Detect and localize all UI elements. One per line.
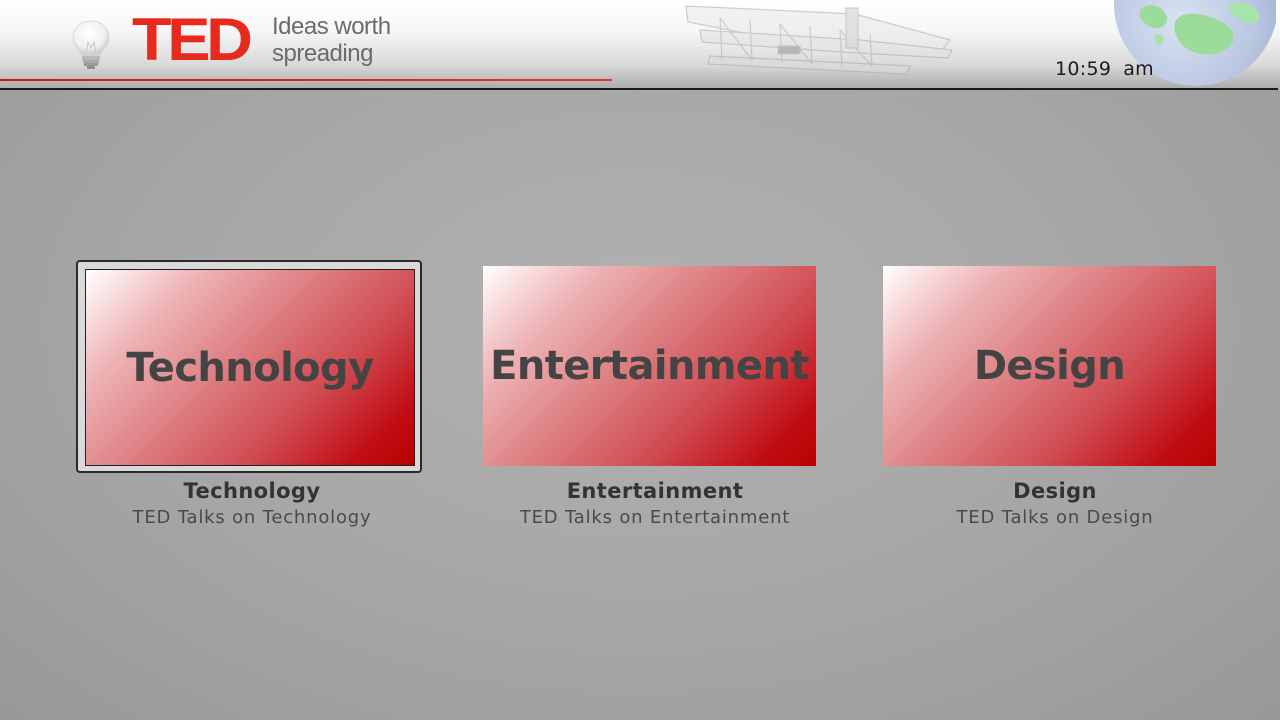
clock-time: 10:59 xyxy=(1054,58,1112,80)
category-title: Design xyxy=(1013,479,1097,503)
category-title: Technology xyxy=(183,479,321,503)
biplane-art xyxy=(685,5,953,75)
category-subtitle: TED Talks on Design xyxy=(956,507,1154,528)
category-tile-technology[interactable]: Technology xyxy=(76,260,422,473)
app-header: TED Ideas worth spreading 10:59 am xyxy=(0,0,1280,90)
category-caption: Entertainment TED Talks on Entertainment xyxy=(455,478,855,532)
lightbulb-icon xyxy=(72,20,110,69)
category-tile-design[interactable]: Design xyxy=(883,266,1216,466)
tagline-line-1: Ideas worth xyxy=(272,13,391,40)
clock-period: am xyxy=(1123,58,1154,80)
clock: 10:59 am xyxy=(1055,58,1154,80)
category-tile-entertainment[interactable]: Entertainment xyxy=(483,266,816,466)
category-subtitle: TED Talks on Technology xyxy=(132,507,372,528)
category-title: Entertainment xyxy=(566,479,744,503)
category-subtitle: TED Talks on Entertainment xyxy=(519,507,791,528)
tagline-line-2: spreading xyxy=(272,40,373,67)
ted-logo: TED xyxy=(132,6,253,73)
header-divider xyxy=(0,88,1278,90)
header-red-rule xyxy=(0,79,612,81)
category-caption: Technology TED Talks on Technology xyxy=(52,478,452,532)
thumbnail-text: Entertainment xyxy=(490,343,809,389)
thumbnail-text: Technology xyxy=(126,344,374,391)
tagline: Ideas worth spreading xyxy=(272,13,391,67)
category-caption: Design TED Talks on Design xyxy=(855,478,1255,532)
category-thumbnail: Technology xyxy=(85,269,415,466)
thumbnail-text: Design xyxy=(973,343,1126,389)
